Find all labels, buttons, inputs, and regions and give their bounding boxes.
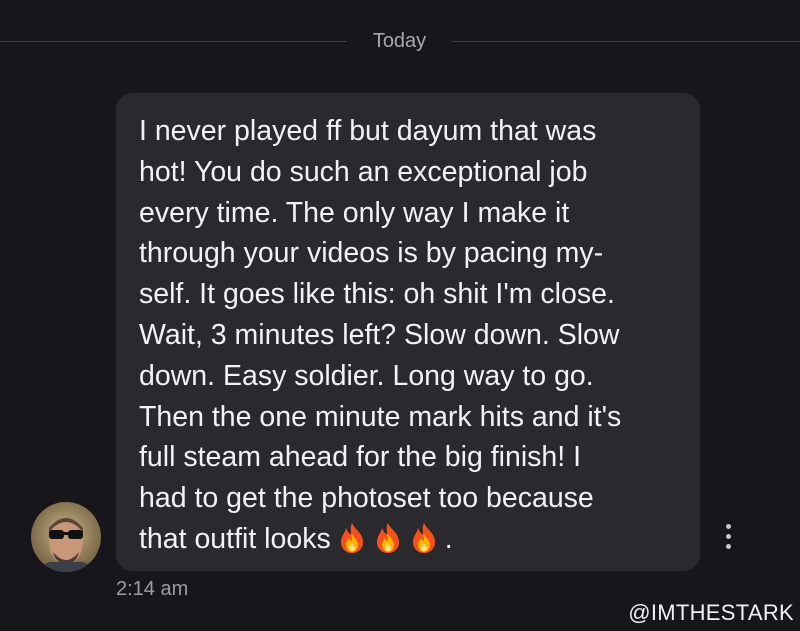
message-line: every time. The only way I make it <box>139 196 570 229</box>
message-line: through your videos is by pacing my- <box>139 237 604 270</box>
divider-line-left <box>0 41 347 42</box>
more-vertical-icon-dot <box>726 524 731 529</box>
date-divider: Today <box>0 28 800 54</box>
watermark-handle: @IMTHESTARK <box>628 600 794 625</box>
more-options-button[interactable] <box>718 523 740 551</box>
more-vertical-icon-dot <box>726 544 731 549</box>
fire-emoji-icon <box>340 522 363 553</box>
message-line: full steam ahead for the big finish! I <box>139 441 582 474</box>
more-vertical-icon-dot <box>726 534 731 539</box>
message-line: Then the one minute mark hits and it's <box>139 400 622 433</box>
message-line: down. Easy soldier. Long way to go. <box>139 359 594 392</box>
message-line: hot! You do such an exceptional job <box>139 155 588 188</box>
fire-emoji-row <box>337 522 445 566</box>
message-line: I never played ff but dayum that was <box>139 115 597 147</box>
message-bubble[interactable]: I never played ff but dayum that was hot… <box>116 93 700 571</box>
message-text: I never played ff but dayum that was hot… <box>139 111 669 566</box>
date-divider-label: Today <box>372 30 427 52</box>
message-timestamp: 2:14 am <box>116 578 189 600</box>
message-line: self. It goes like this: oh shit I'm clo… <box>139 278 615 311</box>
message-last-line: that outfit looks . <box>139 519 669 566</box>
message-line: that outfit looks <box>139 522 331 555</box>
sender-avatar[interactable] <box>31 502 101 572</box>
message-line: had to get the photoset too because <box>139 482 594 515</box>
divider-line-right <box>452 41 800 42</box>
avatar-photo-icon <box>31 502 101 572</box>
fire-emoji-icon <box>376 522 399 553</box>
message-trailing-period: . <box>444 522 453 555</box>
fire-emoji-icon <box>412 522 435 553</box>
message-line: Wait, 3 minutes left? Slow down. Slow <box>139 318 620 351</box>
